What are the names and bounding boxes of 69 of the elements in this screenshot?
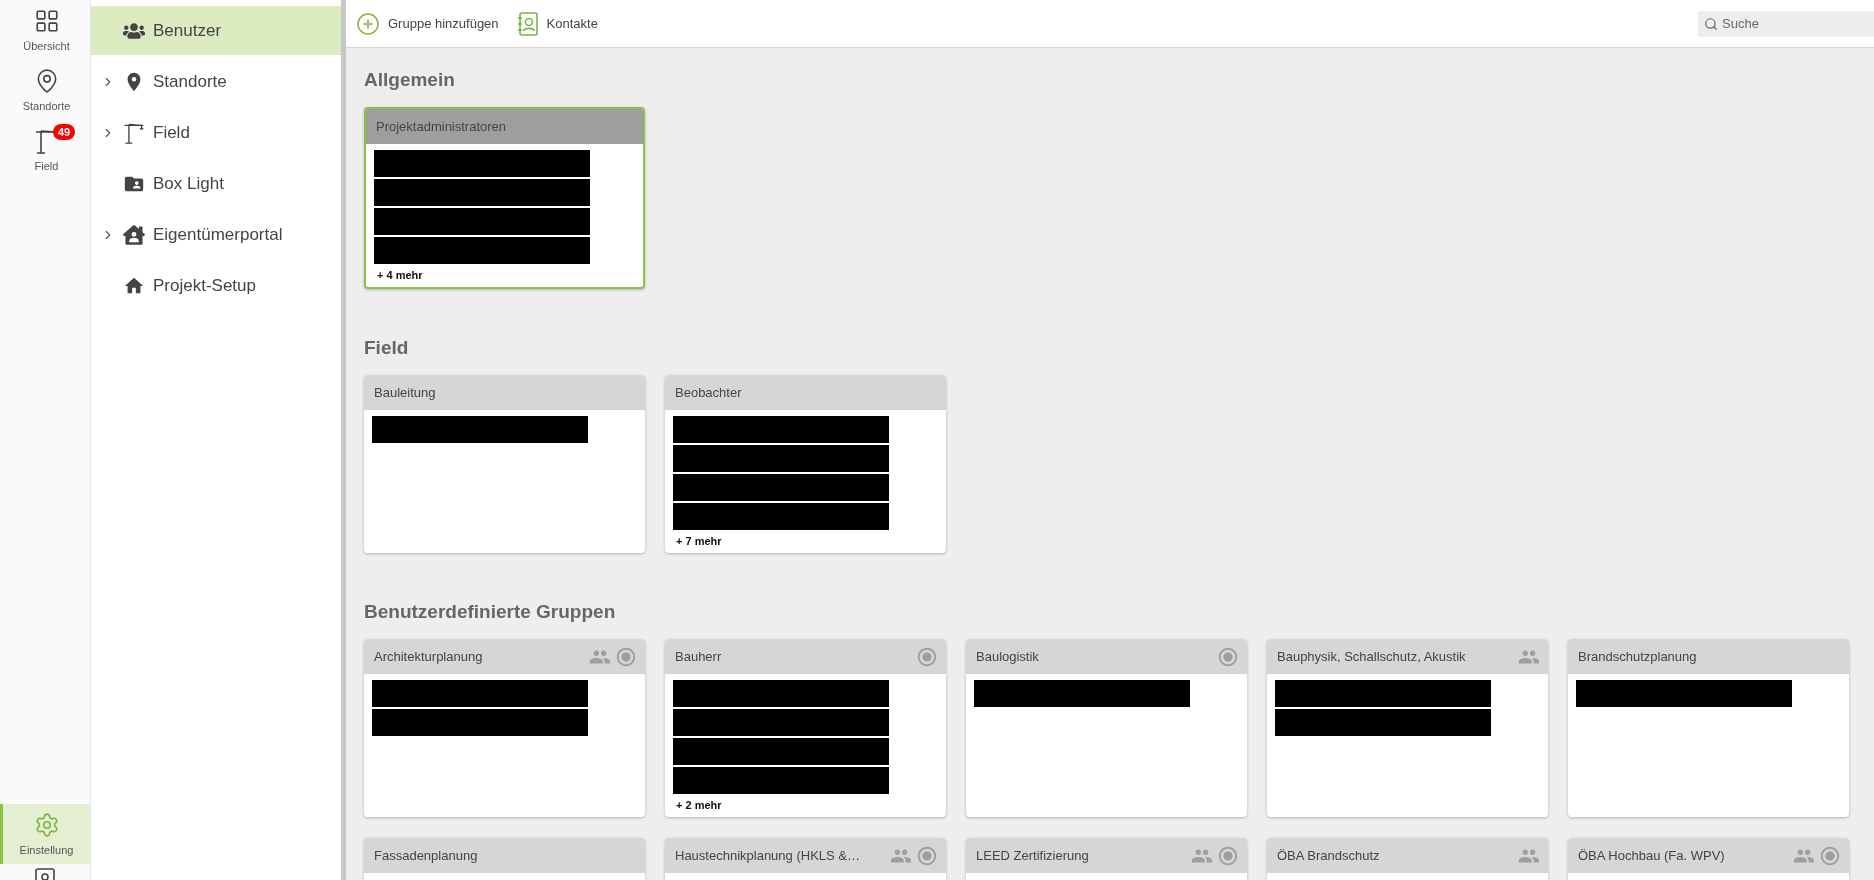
- group-card[interactable]: Architekturplanung: [364, 639, 645, 817]
- sidebar-item[interactable]: Field: [91, 108, 341, 157]
- more-count: + 2 mehr: [675, 799, 723, 811]
- group-name: LEED Zertifizierung: [976, 848, 1090, 863]
- group-name: Architekturplanung: [374, 649, 484, 664]
- radio-icon: [1217, 844, 1239, 867]
- nav-label: Field: [34, 160, 59, 172]
- sidebar-item[interactable]: Standorte: [91, 57, 341, 106]
- group-name: Bauphysik, Schallschutz, Akustik: [1277, 649, 1467, 664]
- sidebar-label: Benutzer: [153, 20, 222, 41]
- group-name: ÖBA Hochbau (Fa. WPV): [1578, 848, 1726, 863]
- section-title: Benutzerdefinierte Gruppen: [364, 600, 617, 624]
- group-name: Bauherr: [675, 649, 723, 664]
- radio-icon: [1819, 844, 1841, 867]
- group-card[interactable]: ÖBA Hochbau (Fa. WPV): [1568, 838, 1849, 880]
- group-card[interactable]: Projektadministratoren + 4 mehr: [364, 107, 645, 289]
- radio-icon: [1217, 645, 1239, 668]
- contacts-icon: [516, 11, 539, 36]
- radio-icon: [916, 645, 938, 668]
- group-card[interactable]: Bauphysik, Schallschutz, Akustik: [1267, 639, 1548, 817]
- sidebar-label: Field: [153, 122, 190, 143]
- sidebar-item[interactable]: Benutzer: [91, 6, 341, 55]
- house-user-icon: [123, 223, 145, 246]
- crane-icon: [123, 121, 145, 144]
- group-name: Projektadministratoren: [376, 119, 508, 134]
- nav-label: Übersicht: [23, 40, 70, 52]
- more-count: + 4 mehr: [376, 269, 424, 281]
- group-name: ÖBA Brandschutz: [1277, 848, 1381, 863]
- add-icon: [356, 11, 380, 36]
- search-field[interactable]: Suche: [1698, 10, 1874, 37]
- group-card[interactable]: Bauleitung: [364, 375, 645, 553]
- sidebar-label: Standorte: [153, 71, 227, 92]
- grid-icon: [33, 8, 60, 34]
- group-name: Brandschutzplanung: [1578, 649, 1698, 664]
- sidebar-label: Projekt-Setup: [153, 275, 256, 296]
- nav-label: Standorte: [22, 100, 71, 112]
- toolbar-button[interactable]: Kontakte: [516, 11, 598, 36]
- group-card[interactable]: LEED Zertifizierung: [966, 838, 1247, 880]
- nav-label: Einstellung: [19, 844, 74, 856]
- notification-badge: 49: [53, 124, 76, 140]
- group-name: Bauleitung: [374, 385, 437, 400]
- section-title: Field: [364, 336, 410, 360]
- group-card[interactable]: ÖBA Brandschutz: [1267, 838, 1548, 880]
- radio-icon: [615, 645, 637, 668]
- group-card[interactable]: Baulogistik: [966, 639, 1247, 817]
- group-name: Baulogistik: [976, 649, 1040, 664]
- nav-item[interactable]: Field 49: [0, 120, 90, 180]
- group-card[interactable]: Brandschutzplanung: [1568, 639, 1849, 817]
- group-name: Fassadenplanung: [374, 848, 479, 863]
- sidebar-item[interactable]: Projekt-Setup: [91, 261, 341, 310]
- contact-card-icon[interactable]: [34, 868, 56, 880]
- radio-icon: [916, 844, 938, 867]
- sidebar-item[interactable]: Eigentümerportal: [91, 210, 341, 259]
- group-name: Haustechnikplanung (HKLS &…: [675, 848, 861, 863]
- sidebar-label: Box Light: [153, 173, 224, 194]
- section-title: Allgemein: [364, 68, 456, 92]
- group-card[interactable]: Haustechnikplanung (HKLS &…: [665, 838, 946, 880]
- group-name: Beobachter: [675, 385, 743, 400]
- nav-item[interactable]: Übersicht: [0, 0, 90, 60]
- more-count: + 7 mehr: [675, 535, 723, 547]
- group-card[interactable]: Beobachter + 7 mehr: [665, 375, 946, 553]
- sidebar-label: Eigentümerportal: [153, 224, 283, 245]
- group-card[interactable]: Bauherr + 2 mehr: [665, 639, 946, 817]
- sidebar-item[interactable]: Box Light: [91, 159, 341, 208]
- nav-item[interactable]: Standorte: [0, 60, 90, 120]
- settings-icon: [33, 812, 60, 838]
- group-card[interactable]: Fassadenplanung: [364, 838, 645, 880]
- nav-item[interactable]: Einstellung: [0, 804, 90, 864]
- toolbar-button[interactable]: Gruppe hinzufügen: [356, 11, 499, 36]
